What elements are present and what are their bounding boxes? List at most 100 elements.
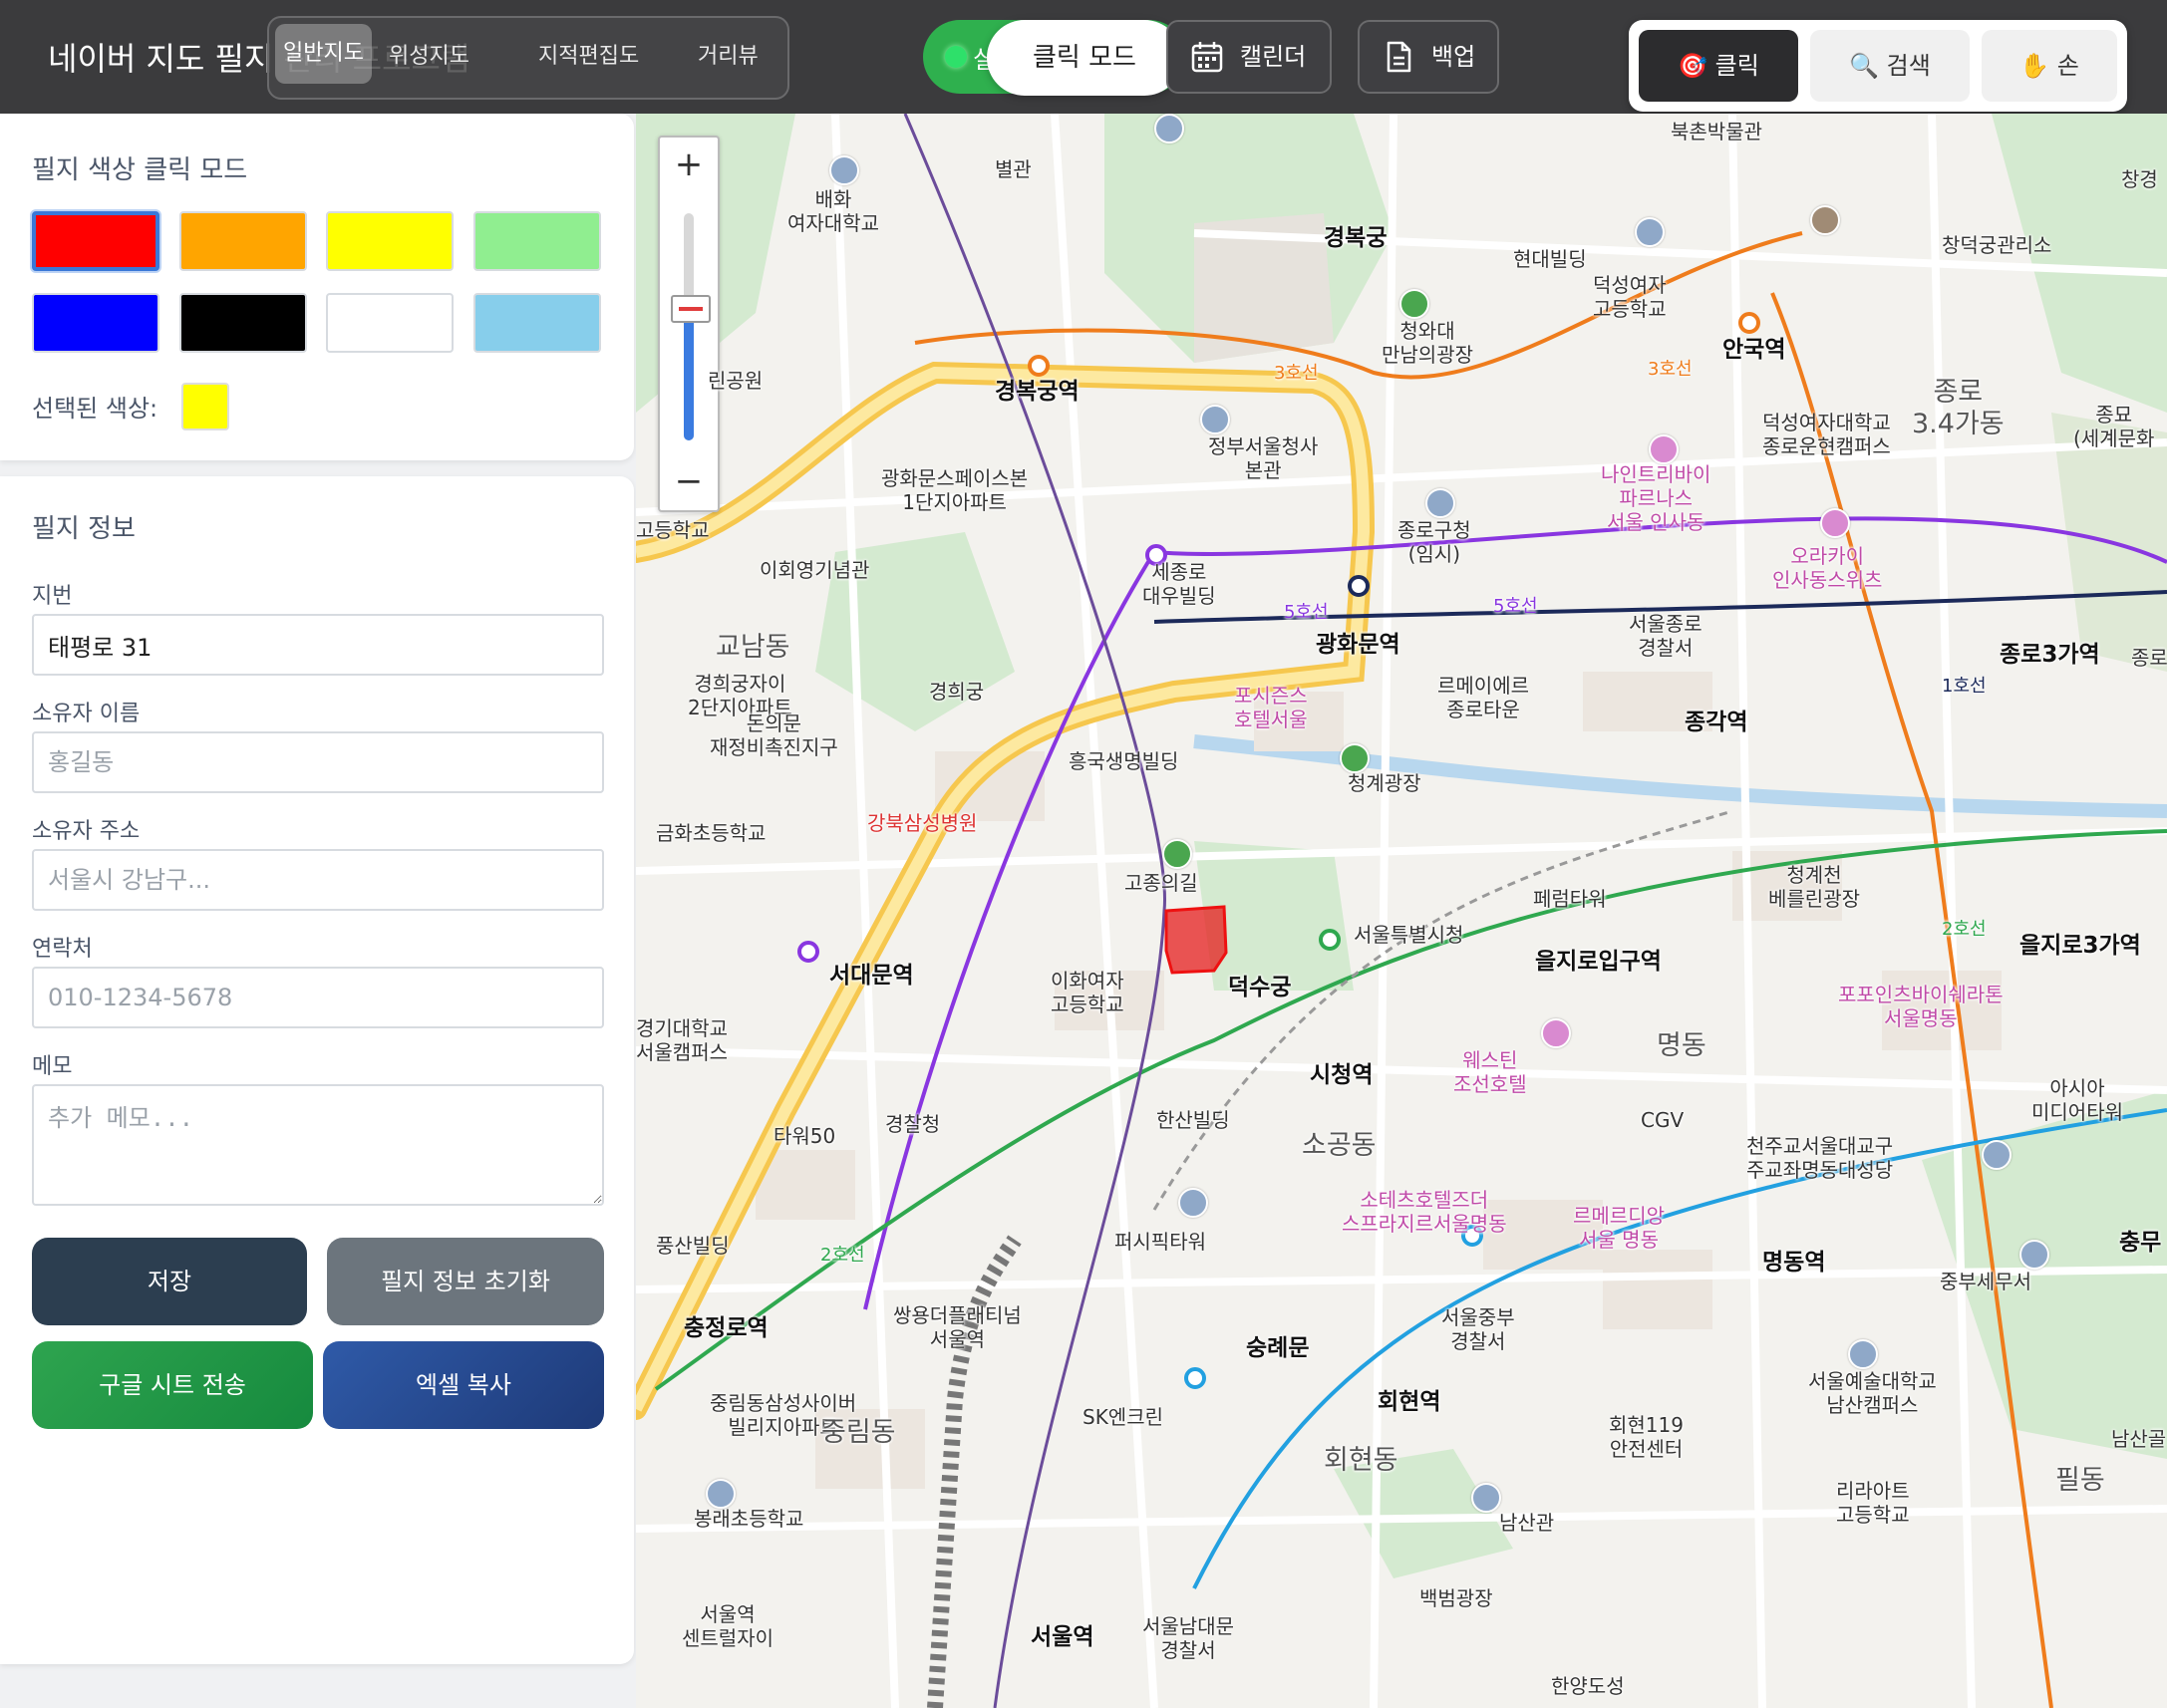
zoom-in-button[interactable]: +	[660, 138, 718, 191]
map-label: 흥국생명빌딩	[1069, 749, 1179, 773]
building-icon	[1982, 1140, 2012, 1170]
map-label: 서울역 센트럴자이	[682, 1602, 774, 1650]
swatch-blue[interactable]	[32, 293, 159, 353]
map-label: 고등학교	[636, 518, 710, 542]
school-icon	[1471, 1483, 1501, 1513]
swatch-lightgreen[interactable]	[473, 211, 601, 271]
map-label: 명동역	[1762, 1250, 1826, 1276]
jibun-input[interactable]	[32, 614, 604, 676]
government-icon	[1200, 405, 1230, 434]
swatch-red[interactable]	[32, 211, 159, 271]
calendar-icon	[1191, 42, 1223, 73]
map-label: 충정로역	[684, 1315, 769, 1341]
hand-tool-button[interactable]: ✋ 손	[1982, 30, 2117, 102]
map-label: 소공동	[1302, 1130, 1377, 1161]
line2-tag: 2호선	[820, 1245, 865, 1266]
parcel-info-panel: 필지 정보 지번 소유자 이름 소유자 주소 연락처 메모 저장 필지 정보 초…	[0, 476, 634, 1664]
map-label: 덕수궁	[1228, 975, 1292, 1000]
swatch-white[interactable]	[326, 293, 454, 353]
parcel-info-title: 필지 정보	[32, 514, 136, 544]
line5-tag: 5호선	[1493, 596, 1538, 617]
click-mode-toggle[interactable]: 클릭 모드	[987, 20, 1182, 96]
map-label: 나인트리바이 파르나스 서울 인사동	[1601, 462, 1711, 534]
park-icon	[1162, 839, 1192, 869]
swatch-black[interactable]	[179, 293, 307, 353]
map-label: 서울중부 경찰서	[1441, 1305, 1515, 1353]
map-label: 포시즌스 호텔서울	[1234, 684, 1308, 731]
map-label: 경기대학교 서울캠퍼스	[636, 1016, 728, 1064]
map-label: 회현동	[1324, 1445, 1398, 1476]
color-panel: 필지 색상 클릭 모드 선택된 색상:	[0, 114, 634, 460]
map-type-streetview-button[interactable]: 거리뷰	[698, 38, 759, 70]
map-label: 필동	[2055, 1465, 2105, 1496]
excel-copy-button[interactable]: 엑셀 복사	[323, 1341, 604, 1429]
map-label: 돈의문 재정비촉진지구	[710, 712, 838, 759]
memo-label: 메모	[32, 1054, 73, 1079]
map-label: 서울예술대학교 남산캠퍼스	[1808, 1369, 1937, 1417]
save-button[interactable]: 저장	[32, 1238, 307, 1325]
map-label: 이회영기념관	[760, 558, 870, 582]
map-label: 한양도성	[1551, 1674, 1625, 1698]
government-icon	[1425, 488, 1455, 518]
map-label: 서울종로 경찰서	[1629, 612, 1703, 660]
owner-name-input[interactable]	[32, 731, 604, 793]
map-label: 숭례문	[1246, 1335, 1310, 1361]
map-type-cadastral-button[interactable]: 지적편집도	[538, 38, 639, 70]
map-label: 현대빌딩	[1513, 247, 1587, 271]
calendar-button[interactable]: 캘린더	[1166, 20, 1332, 94]
swatch-orange[interactable]	[179, 211, 307, 271]
search-tool-button[interactable]: 🔍 검색	[1810, 30, 1970, 102]
owner-address-label: 소유자 주소	[32, 819, 141, 844]
map-label: 시청역	[1310, 1062, 1374, 1088]
backup-button[interactable]: 백업	[1358, 20, 1499, 94]
contact-input[interactable]	[32, 967, 604, 1028]
status-dot-icon	[945, 46, 967, 68]
map-label: 천주교서울대교구 주교좌명동대성당	[1746, 1134, 1894, 1182]
map-label: 중부세무서	[1940, 1270, 2031, 1293]
park-icon	[1340, 743, 1370, 773]
map-label: 봉래초등학교	[694, 1507, 804, 1531]
map-type-normal-button[interactable]: 일반지도	[275, 24, 372, 84]
map-label: 오라카이 인사동스위츠	[1772, 544, 1883, 592]
document-icon	[1387, 41, 1411, 73]
map-label: 덕성여자대학교 종로운현캠퍼스	[1762, 411, 1891, 458]
owner-address-input[interactable]	[32, 849, 604, 911]
memo-textarea[interactable]	[32, 1084, 604, 1206]
hotel-icon	[1541, 1018, 1571, 1048]
map-label: 백범광장	[1419, 1586, 1493, 1610]
government-icon	[2019, 1240, 2049, 1270]
map-label: 북촌박물관	[1671, 120, 1762, 143]
zoom-slider-handle[interactable]	[671, 295, 711, 323]
map-label: 서울남대문 경찰서	[1142, 1614, 1234, 1662]
school-icon	[1848, 1339, 1878, 1369]
hotel-icon	[1820, 508, 1850, 538]
swatch-skyblue[interactable]	[473, 293, 601, 353]
map-label: 종로3가역	[2000, 642, 2100, 668]
map-label: 중림동	[821, 1417, 896, 1448]
map-type-satellite-button[interactable]: 위성지도	[389, 38, 469, 70]
jibun-label: 지번	[32, 584, 73, 609]
sidebar: 필지 색상 클릭 모드 선택된 색상: 필지 정보 지번 소유자 이름 소유자 …	[0, 114, 636, 1708]
map-label: 한산빌딩	[1156, 1108, 1230, 1132]
map-label: 명동	[1657, 1030, 1706, 1061]
click-tool-button[interactable]: 🎯 클릭	[1639, 30, 1798, 102]
map-canvas[interactable]: + − 3호선 3호선 5호선 5호선 1호선 2호선 2호선 북촌박물관 별관…	[636, 114, 2167, 1708]
reset-parcel-button[interactable]: 필지 정보 초기화	[327, 1238, 604, 1325]
map-label: 퍼시픽타워	[1114, 1230, 1206, 1254]
map-label: 창경	[2121, 167, 2158, 191]
building-icon	[1178, 1188, 1208, 1218]
map-label: 회현119 안전센터	[1609, 1413, 1684, 1461]
map-label: 린공원	[708, 369, 764, 393]
google-sheet-send-button[interactable]: 구글 시트 전송	[32, 1341, 313, 1429]
map-label: 배화 여자대학교	[787, 187, 879, 235]
map-label: 청계천 베를린광장	[1768, 863, 1860, 911]
map-label: 강북삼성병원	[867, 811, 978, 835]
line1-tag: 1호선	[1942, 676, 1987, 697]
swatch-yellow[interactable]	[326, 211, 454, 271]
map-label: 경복궁	[1324, 225, 1388, 251]
map-label: 쌍용더플래티넘 서울역	[893, 1303, 1022, 1351]
map-label: 소테츠호텔즈더 스프라지르서울명동	[1342, 1188, 1507, 1236]
app-header: 네이버 지도 필지 관리 프로그램 일반지도 위성지도 지적편집도 거리뷰 실 …	[0, 0, 2167, 114]
zoom-out-button[interactable]: −	[660, 454, 718, 508]
line3-tag: 3호선	[1648, 359, 1693, 380]
